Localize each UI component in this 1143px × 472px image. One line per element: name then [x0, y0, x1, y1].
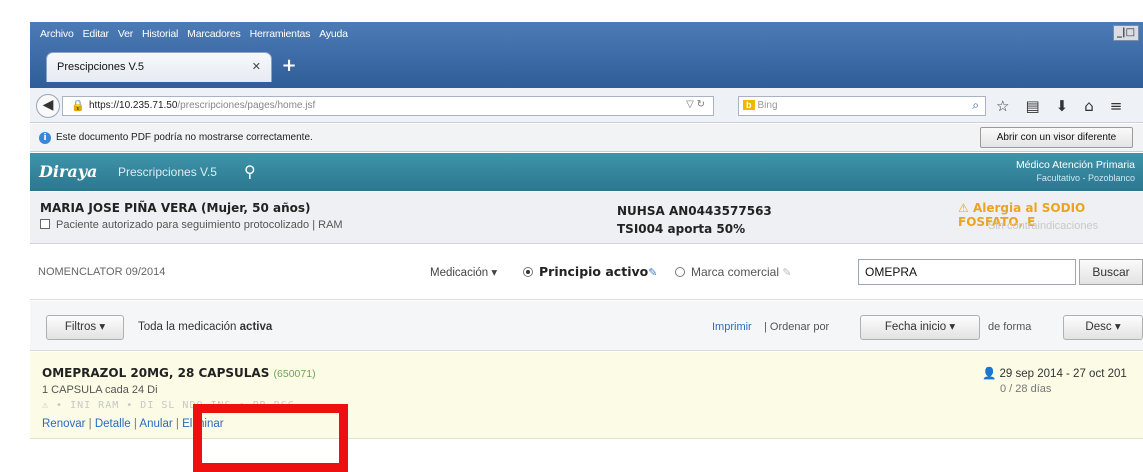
principio-label: Principio activo	[539, 264, 649, 279]
pdf-info-bar: i Este documento PDF podría no mostrarse…	[30, 124, 1143, 152]
filtros-label: Filtros	[64, 321, 97, 333]
separator: |	[172, 418, 183, 430]
chevron-down-icon: ▾	[1114, 321, 1121, 333]
fecha-label: Fecha inicio	[884, 321, 947, 333]
pin-icon: ✎	[648, 266, 658, 279]
search-bar[interactable]: b Bing ⌕	[738, 96, 986, 116]
ordenar-label: | Ordenar por	[764, 321, 830, 333]
desc-label: Desc	[1085, 321, 1112, 333]
close-icon[interactable]: ✕	[252, 60, 261, 73]
ram-link[interactable]: RAM	[318, 219, 342, 231]
patient-name: MARIA JOSE PIÑA VERA (Mujer, 50 años)	[40, 201, 311, 215]
people-search-icon[interactable]: ⚲	[244, 162, 256, 181]
role-subtitle: Facultativo - Pozoblanco	[1036, 173, 1135, 183]
nuhsa: NUHSA AN0443577563	[617, 204, 772, 218]
imprimir-link[interactable]: Imprimir	[712, 321, 752, 333]
drug-name: OMEPRAZOL 20MG, 28 CAPSULAS (650071)	[42, 366, 316, 380]
lock-icon: 🔒	[71, 100, 85, 112]
warning-icon: ⚠	[958, 201, 969, 215]
drug-dates: 👤 29 sep 2014 - 27 oct 201	[982, 366, 1127, 380]
highlight-box	[193, 404, 348, 472]
protocol-checkbox[interactable]	[40, 219, 50, 229]
aporta: TSI004 aporta 50%	[617, 222, 746, 236]
sort-field-dropdown[interactable]: Fecha inicio ▾	[860, 315, 980, 340]
drug-days: 0 / 28 días	[1000, 383, 1052, 395]
menu-archivo[interactable]: Archivo	[40, 28, 74, 44]
patient-ids: NUHSA AN0443577563 TSI004 aporta 50%	[617, 202, 772, 238]
patient-banner: MARIA JOSE PIÑA VERA (Mujer, 50 años) Pa…	[30, 192, 1143, 244]
url-bar[interactable]: 🔒 https://10.235.71.50/prescripciones/pa…	[62, 96, 714, 116]
filter-prefix: Toda la medicación	[138, 321, 237, 333]
drug-search-input[interactable]: OMEPRA	[858, 259, 1076, 285]
open-other-viewer-button[interactable]: Abrir con un visor diferente	[980, 127, 1133, 148]
menu-historial[interactable]: Historial	[142, 28, 178, 44]
search-icon[interactable]: ⌕	[972, 98, 979, 113]
role-title: Médico Atención Primaria	[1015, 159, 1135, 171]
sort-order-dropdown[interactable]: Desc ▾	[1063, 315, 1143, 340]
app-header: Diraya Prescripciones V.5 ⚲ Médico Atenc…	[30, 153, 1143, 191]
medicacion-label: Medicación	[430, 267, 489, 279]
new-tab-icon[interactable]: +	[278, 56, 300, 78]
download-icon[interactable]: ⬇	[1056, 97, 1069, 115]
app-name: Prescripciones V.5	[118, 165, 217, 179]
menu-ayuda[interactable]: Ayuda	[319, 28, 348, 44]
marca-label: Marca comercial	[691, 265, 780, 279]
contraindications: Sin contraindicaciones	[988, 220, 1099, 232]
chevron-down-icon: ▾	[949, 321, 956, 333]
date-range: 29 sep 2014 - 27 oct 201	[999, 368, 1127, 380]
bing-icon: b	[743, 100, 755, 110]
title-bar: Archivo Editar Ver Historial Marcadores …	[30, 22, 1143, 88]
de-forma-label: de forma	[988, 321, 1032, 333]
nomenclator-label: NOMENCLATOR 09/2014	[38, 266, 166, 278]
user-role: Médico Atención Primaria Facultativo - P…	[1016, 159, 1135, 185]
filtros-button[interactable]: Filtros ▾	[46, 315, 124, 340]
anular-link[interactable]: Anular	[139, 418, 172, 430]
drug-dose: 1 CAPSULA cada 24 Di	[42, 384, 158, 396]
pin-icon: ✎	[782, 267, 792, 279]
detalle-link[interactable]: Detalle	[95, 418, 131, 430]
search-placeholder: Bing	[757, 100, 778, 111]
window-controls[interactable]: _|□	[1113, 25, 1139, 41]
search-row: NOMENCLATOR 09/2014 Medicación ▾ Princip…	[30, 245, 1143, 300]
warning-icon: ⚠ •	[42, 400, 71, 411]
menu-ver[interactable]: Ver	[118, 28, 133, 44]
menu-marcadores[interactable]: Marcadores	[187, 28, 241, 44]
renovar-link[interactable]: Renovar	[42, 418, 85, 430]
tab-title: Prescipciones V.5	[57, 61, 145, 73]
chevron-down-icon: ▾	[99, 321, 106, 333]
buscar-button[interactable]: Buscar	[1079, 259, 1143, 285]
bookmarks-list-icon[interactable]: ▤	[1025, 97, 1039, 115]
medicacion-dropdown[interactable]: Medicación ▾	[430, 265, 497, 279]
filter-summary: Toda la medicación activa	[138, 321, 272, 333]
browser-tab[interactable]: Prescipciones V.5 ✕	[46, 52, 272, 82]
protocol-label: Paciente autorizado para seguimiento pro…	[56, 219, 310, 231]
info-message: Este documento PDF podría no mostrarse c…	[56, 132, 313, 143]
reload-icon[interactable]: ▽ ↻	[686, 99, 705, 110]
home-icon[interactable]: ⌂	[1084, 97, 1094, 115]
menu-icon[interactable]: ≡	[1110, 97, 1123, 115]
menu-editar[interactable]: Editar	[83, 28, 109, 44]
protocol-checkbox-row[interactable]: Paciente autorizado para seguimiento pro…	[40, 219, 343, 231]
url-path: /prescripciones/pages/home.jsf	[177, 100, 316, 111]
navigation-bar: ◀ 🔒 https://10.235.71.50/prescripciones/…	[30, 88, 1143, 123]
separator: |	[85, 418, 95, 430]
radio-selected[interactable]	[523, 267, 533, 277]
filter-row: Filtros ▾ Toda la medicación activa Impr…	[30, 301, 1143, 351]
toolbar-icons: ☆ ▤ ⬇ ⌂ ≡	[996, 97, 1122, 115]
person-icon: 👤	[982, 368, 997, 380]
marca-comercial-radio[interactable]: Marca comercial ✎	[675, 265, 792, 279]
radio-unselected[interactable]	[675, 267, 685, 277]
filter-bold: activa	[239, 321, 273, 333]
url-host: https://10.235.71.50	[89, 100, 178, 111]
menu-herramientas[interactable]: Herramientas	[250, 28, 311, 44]
chevron-down-icon: ▾	[491, 267, 498, 279]
back-arrow-icon[interactable]: ◀	[36, 94, 60, 118]
info-icon: i	[39, 132, 51, 144]
drug-title: OMEPRAZOL 20MG, 28 CAPSULAS	[42, 366, 270, 380]
principio-activo-radio[interactable]: Principio activo✎	[523, 264, 657, 279]
drug-code: (650071)	[273, 368, 316, 380]
bookmark-star-icon[interactable]: ☆	[996, 97, 1009, 115]
menu-bar: Archivo Editar Ver Historial Marcadores …	[40, 28, 348, 44]
diraya-logo: Diraya	[39, 162, 98, 181]
